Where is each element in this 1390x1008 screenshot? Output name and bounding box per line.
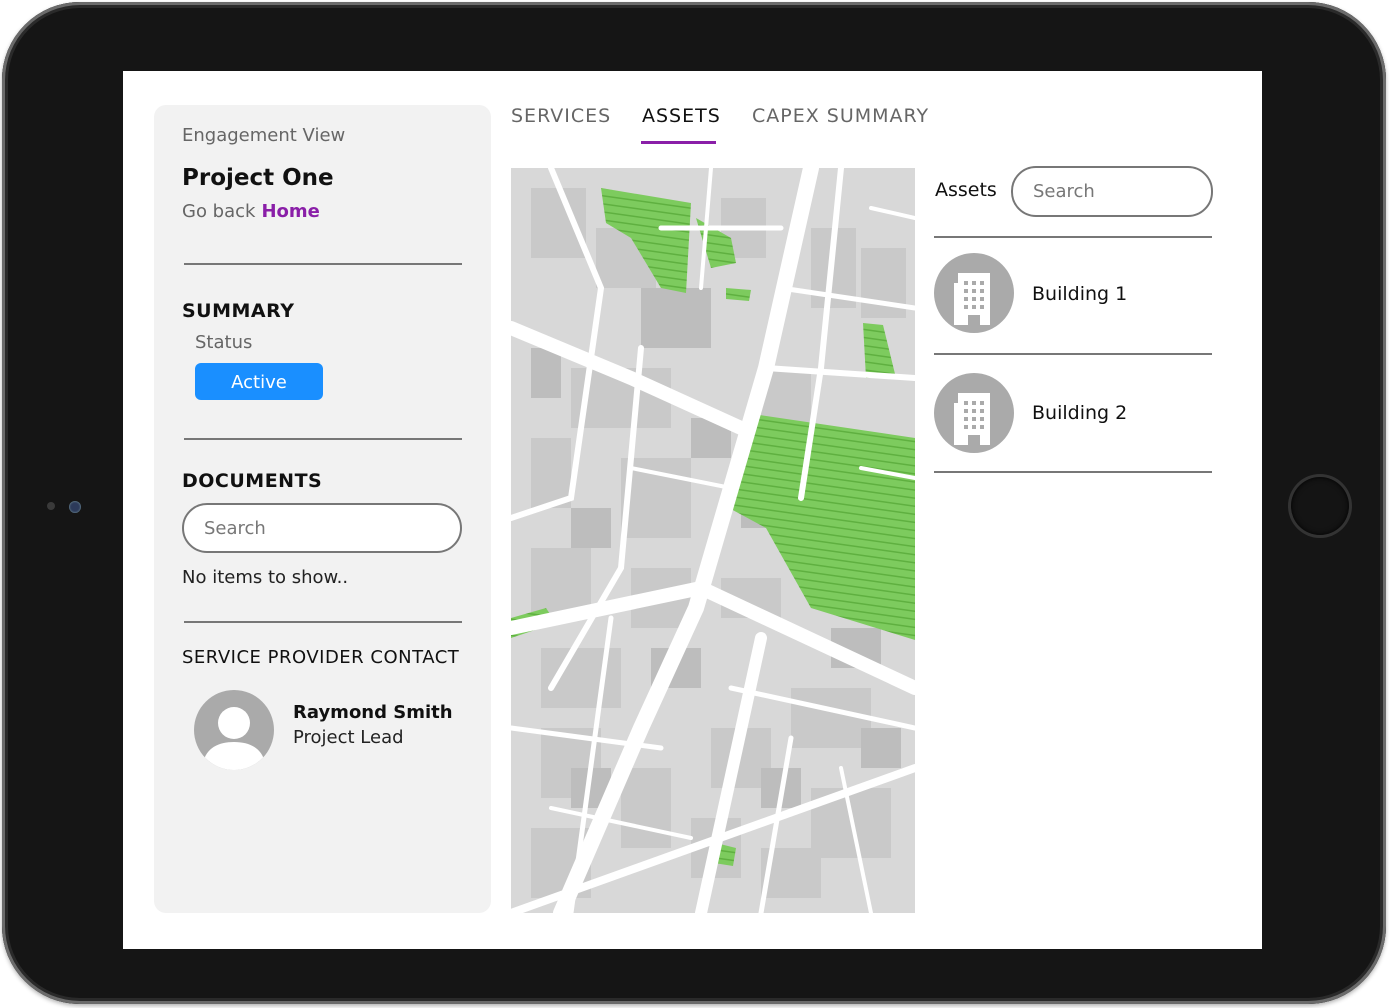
contact-title: SERVICE PROVIDER CONTACT — [182, 647, 460, 668]
user-avatar-icon — [194, 690, 274, 770]
tab-assets[interactable]: ASSETS — [642, 105, 721, 127]
contact-name: Raymond Smith — [293, 702, 453, 723]
map-view[interactable] — [511, 168, 915, 913]
camera-lens — [69, 501, 81, 513]
sidebar: Engagement View Project One Go back Home … — [154, 105, 491, 913]
divider — [184, 438, 462, 440]
home-hardware-button[interactable] — [1291, 477, 1349, 535]
project-title: Project One — [182, 165, 334, 191]
asset-building-2[interactable]: Building 2 — [1032, 402, 1127, 424]
assets-label: Assets — [935, 179, 997, 201]
divider — [184, 263, 462, 265]
camera-sensor — [47, 502, 55, 510]
divider — [184, 621, 462, 623]
active-tab-indicator — [641, 141, 716, 144]
contact-role: Project Lead — [293, 727, 404, 748]
app-screen: Engagement View Project One Go back Home … — [123, 71, 1262, 949]
documents-search-input[interactable] — [182, 503, 462, 553]
documents-empty-text: No items to show.. — [182, 567, 349, 588]
building-icon — [934, 373, 1014, 453]
home-link[interactable]: Home — [261, 201, 319, 222]
tab-capex-summary[interactable]: CAPEX SUMMARY — [752, 105, 929, 127]
status-label: Status — [195, 332, 253, 353]
asset-divider — [934, 353, 1212, 355]
go-back-row: Go back Home — [182, 201, 320, 222]
status-active-button[interactable]: Active — [195, 363, 323, 400]
go-back-text: Go back — [182, 201, 256, 222]
summary-title: SUMMARY — [182, 300, 295, 322]
map-canvas — [511, 168, 915, 913]
view-label: Engagement View — [182, 125, 346, 146]
asset-divider — [934, 236, 1212, 238]
building-icon — [934, 253, 1014, 333]
documents-title: DOCUMENTS — [182, 470, 323, 492]
tab-services[interactable]: SERVICES — [511, 105, 611, 127]
asset-divider — [934, 471, 1212, 473]
asset-building-1[interactable]: Building 1 — [1032, 283, 1127, 305]
assets-search-input[interactable] — [1011, 166, 1213, 217]
